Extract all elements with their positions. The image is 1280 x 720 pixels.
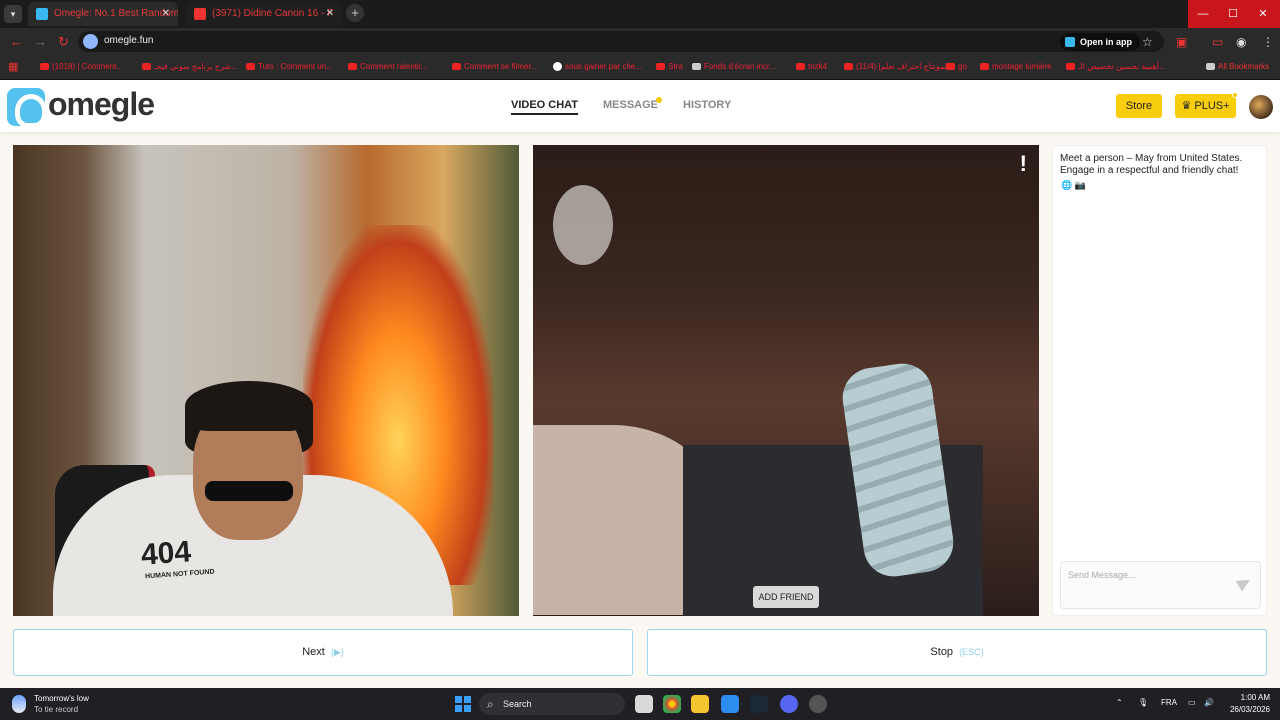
clock-date[interactable]: 26/03/2026 xyxy=(1220,705,1270,714)
clock-time[interactable]: 1:00 AM xyxy=(1230,693,1270,702)
bookmark-item[interactable]: sous gainer par che... xyxy=(553,62,642,71)
omegle-favicon-icon xyxy=(36,8,48,20)
profile-icon[interactable]: ◉ xyxy=(1236,35,1246,49)
app-icon[interactable] xyxy=(809,695,827,713)
close-window-icon[interactable]: ✕ xyxy=(1248,0,1278,28)
bookmark-item[interactable]: (11/4) |المونتاج احتراف تعلم xyxy=(844,62,949,71)
hoodie-print: 404 xyxy=(139,535,193,572)
next-button[interactable]: Next (▶) xyxy=(13,629,633,676)
bookmark-item[interactable]: Comment ralentir... xyxy=(348,62,428,71)
chat-intro-message: Meet a person – May from United States. … xyxy=(1060,153,1243,176)
remote-video: ! ADD FRIEND xyxy=(533,145,1039,616)
taskbar-search[interactable]: Search xyxy=(479,693,625,715)
all-bookmarks-folder[interactable]: All Bookmarks xyxy=(1206,62,1269,71)
logo-text[interactable]: omegle xyxy=(48,86,155,123)
monitor-icon[interactable]: ▭ xyxy=(1188,698,1196,707)
bookmark-item[interactable]: شرح برنامج سوني فيجـ... xyxy=(142,62,238,71)
message-composer xyxy=(1060,561,1261,609)
site-header: omegle VIDEO CHAT MESSAGE HISTORY Store … xyxy=(0,80,1280,132)
task-view-icon[interactable] xyxy=(635,695,653,713)
youtube-favicon-icon xyxy=(194,8,206,20)
url-field[interactable]: omegle.fun xyxy=(78,31,1164,52)
stop-shortcut-hint: (ESC) xyxy=(959,647,984,657)
url-text: omegle.fun xyxy=(104,35,154,46)
window-controls: — ☐ ✕ xyxy=(1188,0,1280,28)
back-icon[interactable]: ← xyxy=(10,34,23,49)
forward-icon[interactable]: → xyxy=(34,34,47,49)
bookmark-item[interactable]: Tuto : Comment un... xyxy=(246,62,333,71)
stop-button[interactable]: Stop (ESC) xyxy=(647,629,1267,676)
next-shortcut-hint: (▶) xyxy=(330,647,344,657)
windows-taskbar: Tomorrow's low To tie record Search ⌃ 🎙 … xyxy=(0,688,1280,720)
send-icon[interactable] xyxy=(1235,574,1254,592)
notification-dot xyxy=(656,97,662,103)
file-explorer-icon[interactable] xyxy=(691,695,709,713)
add-friend-button[interactable]: ADD FRIEND xyxy=(753,586,819,608)
reload-icon[interactable]: ↻ xyxy=(58,34,69,50)
tab-title: Omegle: No.1 Best Random xyxy=(54,8,178,19)
sunglasses xyxy=(205,481,293,501)
bookmark-item[interactable]: Stra xyxy=(656,62,683,71)
room-lamp xyxy=(553,185,613,265)
nav-message[interactable]: MESSAGE xyxy=(603,99,658,111)
thermometer-icon[interactable] xyxy=(12,695,26,713)
partner-info-icons: 🌐 📷 xyxy=(1061,180,1086,190)
notification-dot xyxy=(1232,92,1238,98)
menu-icon[interactable]: ⋮ xyxy=(1262,35,1274,49)
local-video: 404 HUMAN NOT FOUND xyxy=(13,145,519,616)
chrome-icon[interactable] xyxy=(663,695,681,713)
apps-grid-icon[interactable]: ▦ xyxy=(8,60,18,73)
bookmark-item[interactable]: (1018) | Comment... xyxy=(40,62,123,71)
bookmark-item[interactable]: go xyxy=(946,62,967,71)
browser-tab-bar: ▾ Omegle: No.1 Best Random ✕ (3971) Didi… xyxy=(0,0,1280,28)
chat-panel: Meet a person – May from United States. … xyxy=(1052,145,1267,616)
tab-title: (3971) Didine Canon 16 - F xyxy=(212,8,334,19)
weather-title[interactable]: Tomorrow's low xyxy=(34,694,89,703)
new-tab-button[interactable]: + xyxy=(346,4,364,22)
chevron-up-icon[interactable]: ⌃ xyxy=(1116,698,1123,707)
start-icon[interactable] xyxy=(455,696,471,712)
report-button[interactable]: ! xyxy=(1020,151,1027,177)
stop-label: Stop xyxy=(930,646,954,658)
volume-icon[interactable]: 🔊 xyxy=(1204,698,1214,707)
steam-icon[interactable] xyxy=(750,695,768,713)
bookmark-item[interactable]: montage lumière xyxy=(980,62,1052,71)
message-input[interactable] xyxy=(1061,562,1231,588)
close-tab-icon[interactable]: ✕ xyxy=(162,2,170,26)
open-in-app-button[interactable]: Open in app xyxy=(1060,33,1141,51)
close-tab-icon[interactable]: ✕ xyxy=(326,2,334,26)
tab-search-icon[interactable]: ▾ xyxy=(4,5,22,23)
hair-top xyxy=(185,381,313,431)
store-app-icon[interactable] xyxy=(721,695,739,713)
maximize-icon[interactable]: ☐ xyxy=(1218,0,1248,28)
tab-youtube[interactable]: (3971) Didine Canon 16 - F ✕ xyxy=(186,2,342,26)
cast-icon[interactable]: ▭ xyxy=(1212,35,1223,49)
nav-history[interactable]: HISTORY xyxy=(683,99,731,111)
bookmarks-bar: ▦ (1018) | Comment... شرح برنامج سوني في… xyxy=(0,54,1280,80)
bookmark-item[interactable]: Fonds d'écran incr... xyxy=(692,62,776,71)
avatar[interactable] xyxy=(1249,95,1273,119)
weather-subtitle[interactable]: To tie record xyxy=(34,705,78,714)
bookmark-item[interactable]: Comment se filmer... xyxy=(452,62,537,71)
tab-omegle[interactable]: Omegle: No.1 Best Random ✕ xyxy=(28,2,178,26)
bookmark-item[interactable]: tnzk4 xyxy=(796,62,827,71)
discord-icon[interactable] xyxy=(780,695,798,713)
microphone-icon[interactable]: 🎙 xyxy=(1138,698,1148,707)
store-button[interactable]: Store xyxy=(1116,94,1162,118)
bookmark-item[interactable]: أهمية تحسين تخصيص الـ... xyxy=(1066,62,1166,71)
plus-button[interactable]: ♛ PLUS+ xyxy=(1175,94,1236,118)
extension-icon[interactable]: ▣ xyxy=(1176,35,1187,49)
language-indicator[interactable]: FRA xyxy=(1161,698,1177,707)
next-label: Next xyxy=(302,646,325,658)
nav-video-chat[interactable]: VIDEO CHAT xyxy=(511,99,579,115)
omegle-logo-icon[interactable] xyxy=(7,88,47,128)
minimize-icon[interactable]: — xyxy=(1188,0,1218,28)
bookmark-star-icon[interactable]: ☆ xyxy=(1142,35,1153,49)
site-info-icon[interactable] xyxy=(83,34,98,49)
